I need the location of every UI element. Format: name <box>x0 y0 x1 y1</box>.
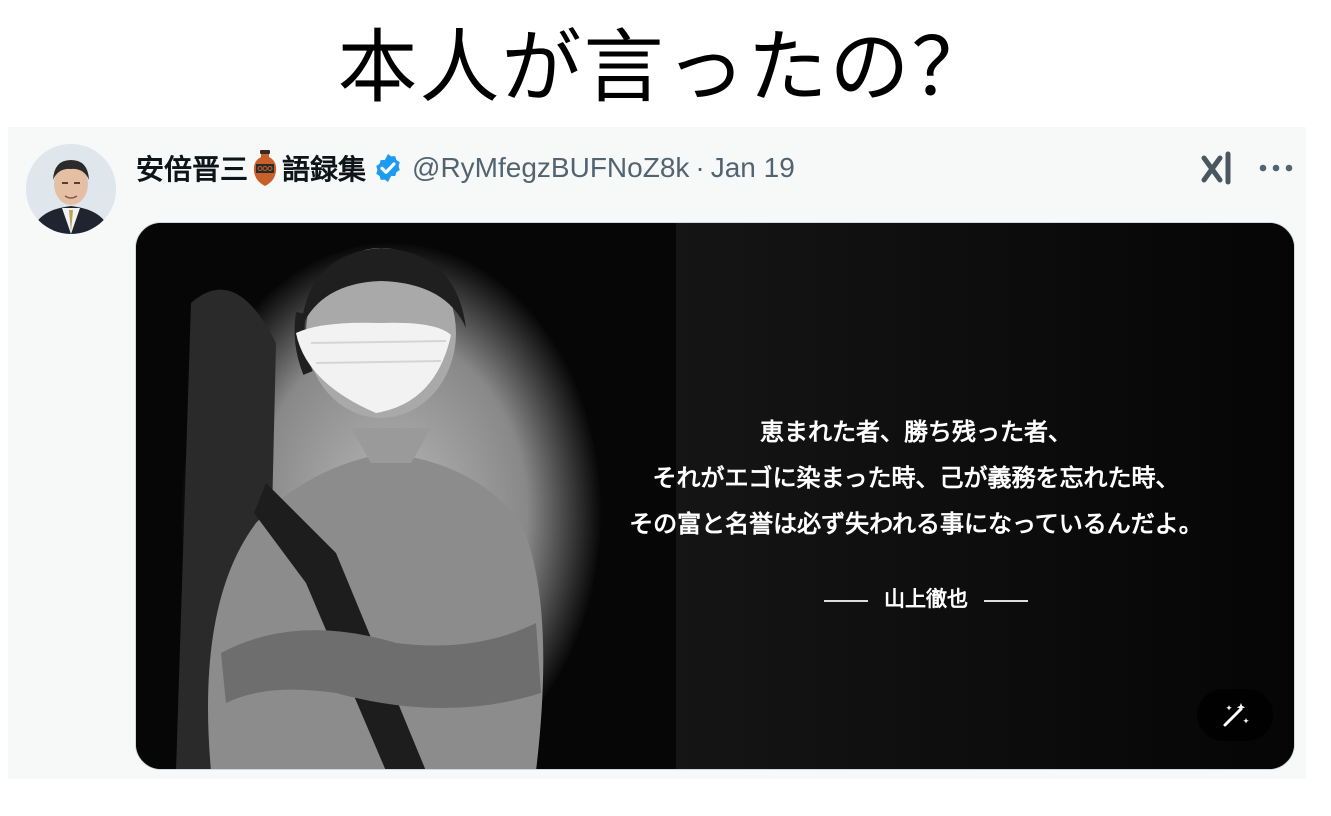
divider <box>824 599 868 602</box>
more-icon[interactable] <box>1254 150 1298 186</box>
magic-edit-button[interactable] <box>1197 689 1273 741</box>
tweet-date[interactable]: Jan 19 <box>711 152 795 184</box>
quote-attribution: 山上徹也 <box>776 583 1076 613</box>
handle[interactable]: @RyMfegzBUFNoZ8k <box>412 152 689 184</box>
avatar-photo <box>26 144 116 234</box>
display-name[interactable]: 安倍晋三 <box>136 148 248 188</box>
separator: · <box>695 152 705 183</box>
amphora-emoji-icon <box>253 150 277 186</box>
divider <box>984 599 1028 602</box>
tweet-header: 安倍晋三 語録集 @RyMfegzBUFNoZ8k · Jan 19 <box>136 146 795 190</box>
page-headline: 本人が言ったの？ <box>337 21 994 114</box>
avatar[interactable] <box>26 144 116 234</box>
attribution-name: 山上徹也 <box>884 586 968 611</box>
magic-wand-icon <box>1223 703 1249 727</box>
display-name-suffix[interactable]: 語録集 <box>282 148 366 188</box>
grok-icon[interactable] <box>1198 148 1238 188</box>
quote-text: 恵まれた者、勝ち残った者、 それがエゴに染まった時、己が義務を忘れた時、 その富… <box>556 409 1276 547</box>
tweet-image[interactable]: 恵まれた者、勝ち残った者、 それがエゴに染まった時、己が義務を忘れた時、 その富… <box>135 222 1295 770</box>
quote-line: その富と名誉は必ず失われる事になっているんだよ。 <box>629 509 1203 538</box>
quote-line: 恵まれた者、勝ち残った者、 <box>760 417 1072 446</box>
quote-line: それがエゴに染まった時、己が義務を忘れた時、 <box>652 463 1180 492</box>
verified-badge-icon <box>376 154 400 182</box>
